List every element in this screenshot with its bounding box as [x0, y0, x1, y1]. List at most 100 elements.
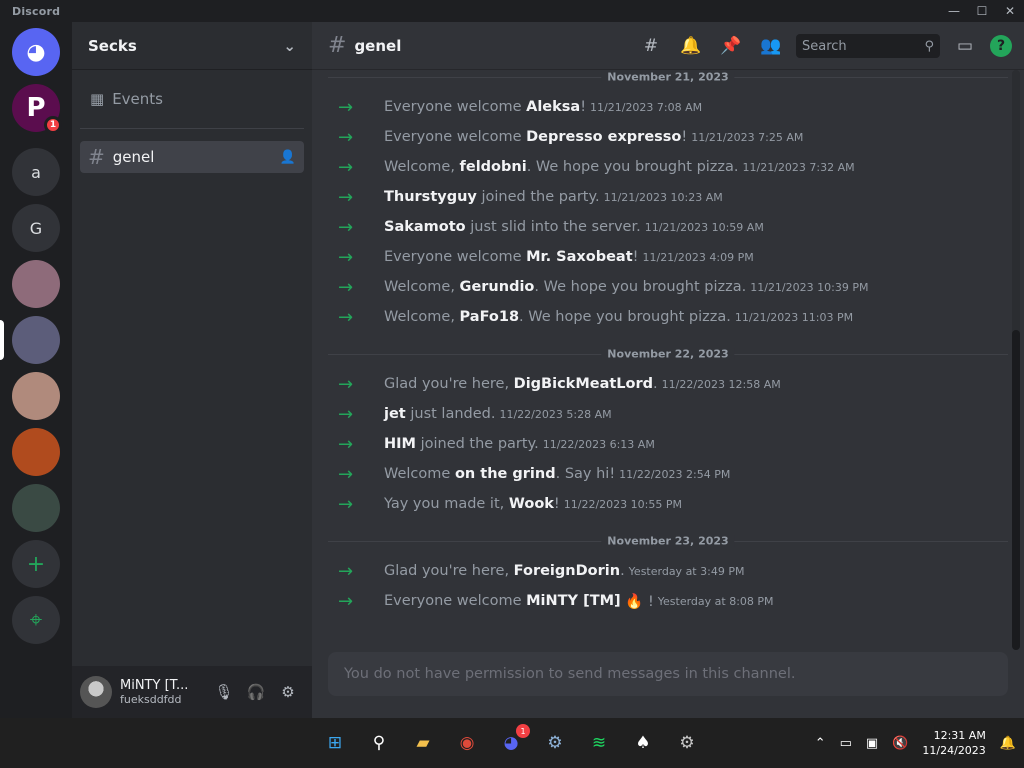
steam-button[interactable]: ⚙	[540, 728, 570, 758]
active-server-indicator	[0, 320, 4, 360]
join-arrow-icon: →	[338, 156, 354, 178]
system-message[interactable]: → Everyone welcome Aleksa! 11/21/2023 7:08…	[328, 92, 1008, 122]
timestamp: 11/21/2023 10:23 AM	[603, 190, 723, 204]
discord-logo-icon: ◕	[26, 39, 46, 65]
spotify-button[interactable]: ≋	[584, 728, 614, 758]
file-explorer-button[interactable]: ▰	[408, 728, 438, 758]
guild-header[interactable]: Secks ⌄	[72, 22, 312, 70]
server-icon-4[interactable]	[12, 260, 60, 308]
chevron-up-icon[interactable]: ⌃	[815, 736, 826, 751]
member-name[interactable]: Gerundio	[460, 279, 535, 295]
member-name[interactable]: Sakamoto	[384, 219, 466, 235]
chevron-down-icon[interactable]: ⌄	[283, 37, 296, 55]
notification-bell-icon[interactable]: 🔔	[1000, 736, 1016, 751]
scrollbar-thumb[interactable]	[1012, 330, 1020, 650]
member-name[interactable]: Aleksa	[526, 99, 580, 115]
system-message[interactable]: → Yay you made it, Wook! 11/22/2023 10:55 …	[328, 489, 1008, 519]
chrome-button[interactable]: ◉	[452, 728, 482, 758]
member-name[interactable]: on the grind	[455, 466, 556, 482]
system-message[interactable]: → Welcome, feldobni. We hope you brought …	[328, 152, 1008, 182]
search-button[interactable]: ⚲	[364, 728, 394, 758]
monitor-icon[interactable]: ▣	[866, 736, 878, 751]
member-name[interactable]: Depresso expresso	[526, 129, 681, 145]
server-icon-7[interactable]	[12, 428, 60, 476]
events-item[interactable]: ▦ Events	[80, 82, 304, 116]
message-text: Glad you're here,	[384, 376, 514, 392]
system-message[interactable]: → Sakamoto just slid into the server. 11/2…	[328, 212, 1008, 242]
gear-icon[interactable]: ⚙	[272, 676, 304, 708]
system-message[interactable]: → Everyone welcome MiNTY [TM] 🔥 ! Yesterda…	[328, 586, 1008, 616]
invite-icon[interactable]: 👤	[280, 150, 296, 165]
add-server-button[interactable]: +	[12, 540, 60, 588]
server-icon-6[interactable]	[12, 372, 60, 420]
add-server-icon: +	[26, 551, 46, 577]
minimize-button[interactable]: —	[940, 0, 968, 22]
taskbar-apps: ⊞ ⚲ ▰ ◉ ◕ 1 ⚙ ≋ ♠ ⚙	[320, 718, 702, 768]
network-icon[interactable]: ▭	[840, 736, 852, 751]
maximize-button[interactable]: ☐	[968, 0, 996, 22]
discord-logo-button[interactable]: ◕	[12, 28, 60, 76]
server-icon-2[interactable]: a	[12, 148, 60, 196]
members-icon[interactable]: 👥	[756, 31, 786, 61]
discord-taskbar-button[interactable]: ◕ 1	[496, 724, 530, 758]
member-name[interactable]: feldobni	[460, 159, 527, 175]
message-list: November 21, 2023 → Everyone welcome Aleks…	[328, 70, 1008, 650]
search-icon: ⚲	[924, 38, 934, 54]
system-message[interactable]: → Everyone welcome Depresso expresso! 11/2…	[328, 122, 1008, 152]
system-message[interactable]: → Glad you're here, DigBickMeatLord. 11/22…	[328, 369, 1008, 399]
message-text: Glad you're here,	[384, 563, 514, 579]
start-button[interactable]: ⊞	[320, 728, 350, 758]
solitaire-button[interactable]: ♠	[628, 728, 658, 758]
microphone-icon[interactable]: 🎙	[208, 676, 240, 708]
join-arrow-icon: →	[338, 560, 354, 582]
system-message[interactable]: → Welcome, PaFo18. We hope you brought pi…	[328, 302, 1008, 332]
pin-icon[interactable]: 📌	[716, 31, 746, 61]
message-text: .	[620, 563, 625, 579]
member-name[interactable]: Thurstyguy	[384, 189, 477, 205]
member-name[interactable]: Wook	[509, 496, 554, 512]
member-name[interactable]: ForeignDorin	[514, 563, 620, 579]
scrollbar[interactable]	[1012, 70, 1020, 650]
member-name[interactable]: PaFo18	[460, 309, 519, 325]
system-message[interactable]: → Welcome, Gerundio. We hope you brought …	[328, 272, 1008, 302]
help-icon[interactable]: ?	[990, 35, 1012, 57]
server-icon-5[interactable]	[12, 316, 60, 364]
system-message[interactable]: → Welcome on the grind. Say hi! 11/22/2023…	[328, 459, 1008, 489]
bell-icon[interactable]: 🔔	[676, 31, 706, 61]
server-initial: a	[31, 162, 41, 182]
system-message[interactable]: → Everyone welcome Mr. Saxobeat! 11/21/202…	[328, 242, 1008, 272]
close-button[interactable]: ✕	[996, 0, 1024, 22]
system-message[interactable]: → Thurstyguy joined the party. 11/21/2023 …	[328, 182, 1008, 212]
server-initial: G	[29, 218, 43, 238]
avatar[interactable]	[80, 676, 112, 708]
member-name[interactable]: DigBickMeatLord	[514, 376, 653, 392]
server-icon-8[interactable]	[12, 484, 60, 532]
volume-mute-icon[interactable]: 🔇	[892, 736, 908, 751]
channel-item-genel[interactable]: # genel 👤	[80, 141, 304, 173]
clock[interactable]: 12:31 AM 11/24/2023	[922, 728, 985, 758]
timestamp: 11/22/2023 6:13 AM	[542, 437, 655, 451]
inbox-icon[interactable]: ▭	[950, 31, 980, 61]
message-text: 🔥 !	[620, 593, 654, 610]
search-input[interactable]: Search ⚲	[796, 34, 940, 58]
system-message[interactable]: → Glad you're here, ForeignDorin. Yesterda…	[328, 556, 1008, 586]
member-name[interactable]: MiNTY [TM]	[526, 593, 621, 609]
timestamp: 11/21/2023 11:03 PM	[734, 310, 854, 324]
headphones-icon[interactable]: 🎧	[240, 676, 272, 708]
member-name[interactable]: Mr. Saxobeat	[526, 249, 633, 265]
server-icon-1[interactable]: P1	[12, 84, 62, 134]
system-message[interactable]: → HIM joined the party. 11/22/2023 6:13 AM	[328, 429, 1008, 459]
discord-taskbar-icon: ◕	[503, 733, 519, 753]
time: 12:31 AM	[933, 729, 986, 742]
message-text: Everyone welcome	[384, 593, 527, 609]
timestamp: Yesterday at 8:08 PM	[657, 594, 774, 608]
system-message[interactable]: → jet just landed. 11/22/2023 5:28 AM	[328, 399, 1008, 429]
member-name[interactable]: jet	[384, 406, 406, 422]
server-icon-3[interactable]: G	[12, 204, 60, 252]
settings-button[interactable]: ⚙	[672, 728, 702, 758]
threads-icon[interactable]: #	[636, 31, 666, 61]
timestamp: 11/22/2023 5:28 AM	[499, 407, 612, 421]
composer-text: You do not have permission to send messa…	[344, 666, 796, 682]
member-name[interactable]: HIM	[384, 436, 416, 452]
explore-button[interactable]: ⌖	[12, 596, 60, 644]
